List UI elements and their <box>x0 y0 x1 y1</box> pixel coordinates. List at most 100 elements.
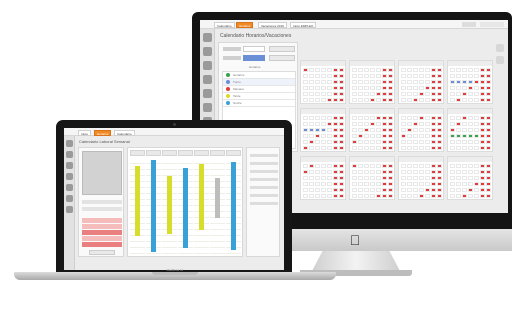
day-cell[interactable] <box>480 170 485 174</box>
day-cell[interactable] <box>468 92 473 96</box>
day-cell[interactable] <box>321 86 326 90</box>
day-cell[interactable] <box>382 176 387 180</box>
day-cell[interactable] <box>419 98 424 102</box>
day-cell[interactable] <box>352 128 357 132</box>
day-cell[interactable] <box>431 68 436 72</box>
day-cell[interactable] <box>303 140 308 144</box>
day-cell[interactable] <box>388 182 393 186</box>
day-cell[interactable] <box>419 194 424 198</box>
day-cell[interactable] <box>474 86 479 90</box>
day-cell[interactable] <box>370 98 375 102</box>
day-cell[interactable] <box>437 122 442 126</box>
day-cell[interactable] <box>450 74 455 78</box>
day-cell[interactable] <box>450 176 455 180</box>
day-cell[interactable] <box>382 116 387 120</box>
day-cell[interactable] <box>327 170 332 174</box>
day-cell[interactable] <box>382 134 387 138</box>
day-cell[interactable] <box>321 68 326 72</box>
day-cell[interactable] <box>486 134 491 138</box>
shift-block[interactable] <box>215 178 220 218</box>
day-cell[interactable] <box>339 170 344 174</box>
day-cell[interactable] <box>437 164 442 168</box>
day-cell[interactable] <box>462 176 467 180</box>
day-cell[interactable] <box>303 98 308 102</box>
imac-tab-inicio[interactable]: Inicio EMPLEO <box>290 22 317 28</box>
day-cell[interactable] <box>450 164 455 168</box>
day-cell[interactable] <box>309 170 314 174</box>
day-cell[interactable] <box>382 74 387 78</box>
day-cell[interactable] <box>480 128 485 132</box>
day-cell[interactable] <box>480 164 485 168</box>
day-cell[interactable] <box>388 74 393 78</box>
day-cell[interactable] <box>486 128 491 132</box>
day-cell[interactable] <box>352 164 357 168</box>
day-cell[interactable] <box>437 194 442 198</box>
day-cell[interactable] <box>413 146 418 150</box>
day-cell[interactable] <box>376 176 381 180</box>
day-cell[interactable] <box>376 182 381 186</box>
day-cell[interactable] <box>437 86 442 90</box>
day-cell[interactable] <box>456 146 461 150</box>
day-cell[interactable] <box>407 146 412 150</box>
day-cell[interactable] <box>352 182 357 186</box>
people-icon[interactable] <box>66 151 73 158</box>
day-cell[interactable] <box>419 68 424 72</box>
day-cell[interactable] <box>407 188 412 192</box>
day-cell[interactable] <box>376 92 381 96</box>
day-cell[interactable] <box>339 68 344 72</box>
day-cell[interactable] <box>327 98 332 102</box>
day-cell[interactable] <box>364 188 369 192</box>
day-cell[interactable] <box>431 122 436 126</box>
day-cell[interactable] <box>425 92 430 96</box>
day-cell[interactable] <box>474 182 479 186</box>
day-cell[interactable] <box>419 164 424 168</box>
day-cell[interactable] <box>401 86 406 90</box>
day-cell[interactable] <box>486 80 491 84</box>
day-cell[interactable] <box>352 140 357 144</box>
day-cell[interactable] <box>327 164 332 168</box>
day-cell[interactable] <box>401 68 406 72</box>
check-icon[interactable] <box>496 56 504 64</box>
day-cell[interactable] <box>474 80 479 84</box>
day-cell[interactable] <box>486 98 491 102</box>
imac-tab-horarios[interactable]: Horarios <box>236 22 254 28</box>
day-cell[interactable] <box>425 194 430 198</box>
day-cell[interactable] <box>437 68 442 72</box>
day-cell[interactable] <box>364 122 369 126</box>
day-cell[interactable] <box>474 128 479 132</box>
day-cell[interactable] <box>303 116 308 120</box>
day-cell[interactable] <box>480 134 485 138</box>
day-cell[interactable] <box>327 68 332 72</box>
day-cell[interactable] <box>370 80 375 84</box>
day-cell[interactable] <box>315 68 320 72</box>
day-cell[interactable] <box>456 176 461 180</box>
day-cell[interactable] <box>339 128 344 132</box>
day-cell[interactable] <box>407 134 412 138</box>
day-cell[interactable] <box>486 140 491 144</box>
day-cell[interactable] <box>327 116 332 120</box>
day-cell[interactable] <box>315 116 320 120</box>
day-cell[interactable] <box>309 74 314 78</box>
day-cell[interactable] <box>303 134 308 138</box>
day-cell[interactable] <box>358 116 363 120</box>
mb-tab-horarios[interactable]: Horarios <box>94 130 112 136</box>
day-cell[interactable] <box>486 176 491 180</box>
day-cell[interactable] <box>431 86 436 90</box>
day-cell[interactable] <box>382 68 387 72</box>
day-cell[interactable] <box>450 188 455 192</box>
day-cell[interactable] <box>364 98 369 102</box>
day-cell[interactable] <box>462 170 467 174</box>
day-cell[interactable] <box>327 194 332 198</box>
day-cell[interactable] <box>431 194 436 198</box>
day-cell[interactable] <box>321 170 326 174</box>
day-cell[interactable] <box>480 68 485 72</box>
day-cell[interactable] <box>425 74 430 78</box>
day-cell[interactable] <box>303 164 308 168</box>
day-cell[interactable] <box>419 86 424 90</box>
day-cell[interactable] <box>474 176 479 180</box>
day-cell[interactable] <box>358 194 363 198</box>
day-cell[interactable] <box>425 80 430 84</box>
day-cell[interactable] <box>333 80 338 84</box>
day-cell[interactable] <box>382 122 387 126</box>
day-cell[interactable] <box>450 134 455 138</box>
